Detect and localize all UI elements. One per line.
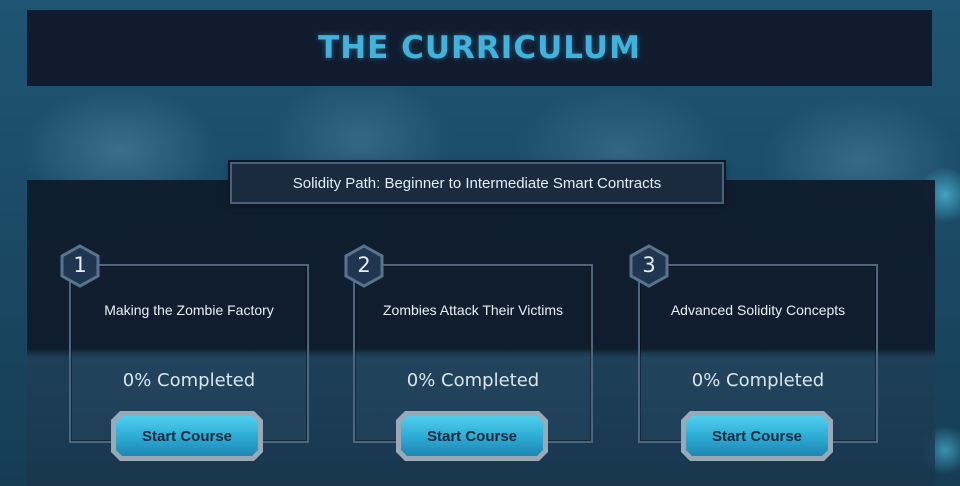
course-number: 3 — [642, 253, 656, 277]
start-course-label: Start Course — [116, 416, 258, 456]
start-course-button-2[interactable]: Start Course — [396, 411, 548, 461]
course-title: Advanced Solidity Concepts — [670, 302, 846, 318]
course-number: 2 — [357, 253, 371, 277]
course-number: 1 — [73, 253, 87, 277]
start-course-label: Start Course — [401, 416, 543, 456]
course-progress: 0% Completed — [122, 370, 256, 391]
start-course-button-3[interactable]: Start Course — [681, 411, 833, 461]
path-label: Solidity Path: Beginner to Intermediate … — [230, 162, 724, 204]
course-title: Zombies Attack Their Victims — [383, 302, 563, 318]
course-number-badge-3: 3 — [628, 244, 670, 288]
page-title: THE CURRICULUM — [318, 30, 641, 66]
start-course-label: Start Course — [686, 416, 828, 456]
course-progress: 0% Completed — [406, 370, 540, 391]
course-progress: 0% Completed — [691, 370, 825, 391]
start-course-button-1[interactable]: Start Course — [111, 411, 263, 461]
page-header: THE CURRICULUM — [27, 10, 932, 86]
course-number-badge-1: 1 — [59, 244, 101, 288]
course-title: Making the Zombie Factory — [104, 302, 274, 318]
course-number-badge-2: 2 — [343, 244, 385, 288]
